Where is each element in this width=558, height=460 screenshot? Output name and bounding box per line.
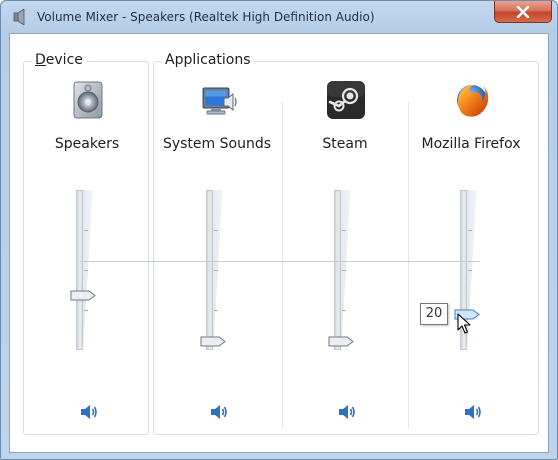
firefox-mute-button[interactable] <box>463 403 483 421</box>
app-name-firefox: Mozilla Firefox <box>421 136 521 152</box>
volume-tooltip: 20 <box>420 303 448 325</box>
app-column-firefox: Mozilla Firefox <box>408 62 534 436</box>
firefox-icon[interactable] <box>452 80 492 120</box>
slider-track <box>206 190 213 350</box>
steam-icon[interactable] <box>326 80 366 120</box>
volume-mixer-window: Volume Mixer - Speakers (Realtek High De… <box>0 0 558 460</box>
slider-thumb[interactable] <box>70 290 96 301</box>
slider-tick <box>84 230 88 231</box>
app-column-system-sounds: System Sounds <box>154 62 280 436</box>
close-icon <box>516 5 530 18</box>
slider-tick <box>468 270 472 271</box>
speakers-volume-slider[interactable] <box>64 190 114 350</box>
slider-thumb[interactable] <box>328 336 354 347</box>
slider-tick <box>342 310 346 311</box>
app-name-steam: Steam <box>322 136 368 152</box>
slider-track <box>76 190 83 350</box>
slider-thumb[interactable] <box>200 336 226 347</box>
device-group: Device Speakers <box>23 52 150 436</box>
speaker-device-icon[interactable] <box>68 80 108 120</box>
slider-tick <box>84 310 88 311</box>
slider-track <box>334 190 341 350</box>
mouse-cursor-icon <box>457 313 471 334</box>
slider-tick <box>468 230 472 231</box>
window-title: Volume Mixer - Speakers (Realtek High De… <box>37 10 375 24</box>
slider-tick <box>214 270 218 271</box>
close-button[interactable] <box>494 1 552 23</box>
app-column-steam: Steam <box>282 62 408 436</box>
speakers-mute-button[interactable] <box>79 403 99 421</box>
slider-tick <box>342 270 346 271</box>
title-bar[interactable]: Volume Mixer - Speakers (Realtek High De… <box>1 1 557 33</box>
mixer-client-area: Device Speakers Applications System Soun… <box>9 33 549 453</box>
master-volume-line <box>80 261 480 262</box>
system-sounds-mute-button[interactable] <box>209 403 229 421</box>
slider-tick <box>214 230 218 231</box>
steam-mute-button[interactable] <box>337 403 357 421</box>
device-name-speakers: Speakers <box>54 136 120 152</box>
slider-tick <box>214 310 218 311</box>
steam-volume-slider[interactable] <box>322 190 372 350</box>
slider-tick <box>84 270 88 271</box>
device-column-speakers: Speakers <box>24 62 150 436</box>
speaker-title-icon <box>13 9 25 25</box>
slider-tick <box>342 230 346 231</box>
system-sounds-volume-slider[interactable] <box>194 190 244 350</box>
app-name-system-sounds: System Sounds <box>162 136 272 152</box>
firefox-volume-slider[interactable] <box>448 190 498 350</box>
system-sounds-icon[interactable] <box>198 80 238 120</box>
applications-group: Applications System Sounds Steam Mozilla… <box>153 52 539 436</box>
